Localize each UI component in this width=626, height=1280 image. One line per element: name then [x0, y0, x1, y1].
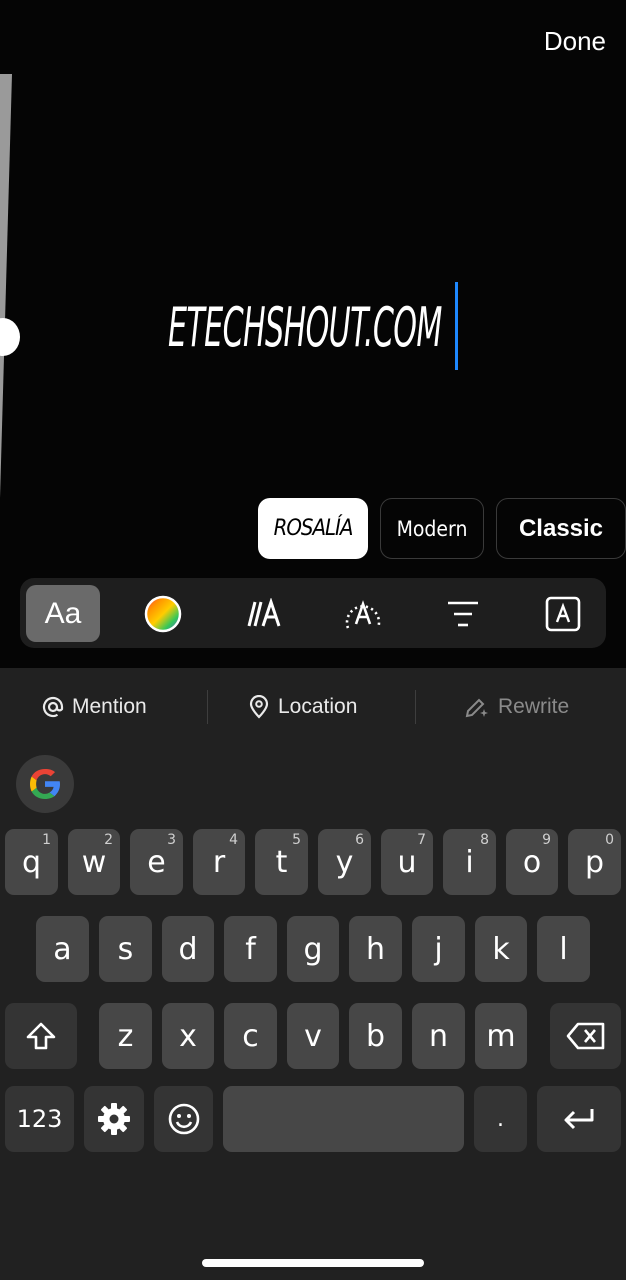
font-picker: ROSALÍA Modern Classic — [258, 498, 626, 559]
google-button[interactable] — [16, 755, 74, 813]
numbers-key[interactable]: 123 — [5, 1086, 74, 1152]
key-i[interactable]: i8 — [443, 829, 496, 895]
mention-suggestion[interactable]: Mention — [42, 692, 147, 722]
color-button[interactable] — [138, 585, 188, 642]
period-key[interactable]: . — [474, 1086, 527, 1152]
story-text-editor: Done ETECHSHOUT.COM ROSALÍA Modern Class… — [0, 0, 626, 668]
mention-label: Mention — [72, 695, 147, 718]
key-d[interactable]: d — [162, 916, 214, 982]
rewrite-label: Rewrite — [498, 695, 570, 718]
key-s[interactable]: s — [99, 916, 152, 982]
align-center-icon — [448, 601, 478, 626]
key-u[interactable]: u7 — [381, 829, 433, 895]
font-option-modern[interactable]: Modern — [380, 498, 484, 559]
key-w[interactable]: w2 — [68, 829, 120, 895]
text-size-slider-handle[interactable] — [0, 318, 20, 356]
text-size-slider[interactable] — [0, 74, 12, 498]
key-j[interactable]: j — [412, 916, 465, 982]
key-e[interactable]: e3 — [130, 829, 183, 895]
key-a[interactable]: a — [36, 916, 89, 982]
font-style-button[interactable]: Aa — [26, 585, 100, 642]
location-label: Location — [278, 695, 358, 718]
suggestion-bar: Mention Location Rewrite — [0, 668, 626, 746]
story-text-content: ETECHSHOUT.COM — [168, 295, 442, 359]
done-button[interactable]: Done — [544, 26, 606, 57]
text-toolbar: Aa — [20, 578, 606, 648]
key-l[interactable]: l — [537, 916, 590, 982]
story-text-field[interactable]: ETECHSHOUT.COM — [168, 282, 610, 372]
backspace-key[interactable] — [550, 1003, 621, 1069]
space-key[interactable] — [223, 1086, 464, 1152]
key-r[interactable]: r4 — [193, 829, 245, 895]
key-y[interactable]: y6 — [318, 829, 371, 895]
settings-key[interactable] — [84, 1086, 144, 1152]
location-pin-icon — [249, 695, 269, 719]
key-n[interactable]: n — [412, 1003, 465, 1069]
enter-icon — [564, 1109, 594, 1130]
key-c[interactable]: c — [224, 1003, 277, 1069]
animate-text-icon — [345, 599, 381, 628]
suggestion-divider — [207, 690, 208, 724]
key-z[interactable]: z — [99, 1003, 152, 1069]
location-suggestion[interactable]: Location — [248, 692, 357, 722]
key-m[interactable]: m — [475, 1003, 527, 1069]
text-background-icon — [545, 596, 581, 631]
key-t[interactable]: t5 — [255, 829, 308, 895]
key-g[interactable]: g — [287, 916, 339, 982]
rewrite-suggestion[interactable]: Rewrite — [464, 692, 569, 722]
key-p[interactable]: p0 — [568, 829, 621, 895]
text-caret — [455, 282, 458, 370]
google-icon — [30, 769, 60, 799]
key-q[interactable]: q1 — [5, 829, 58, 895]
text-alignment-button[interactable] — [438, 585, 488, 642]
text-background-button[interactable] — [538, 585, 588, 642]
emoji-icon — [168, 1103, 199, 1135]
animate-text-button[interactable] — [338, 585, 388, 642]
key-v[interactable]: v — [287, 1003, 339, 1069]
key-b[interactable]: b — [349, 1003, 402, 1069]
pencil-sparkle-icon — [465, 698, 488, 718]
shift-icon — [26, 1022, 56, 1050]
at-icon — [42, 696, 64, 718]
shift-key[interactable] — [5, 1003, 77, 1069]
color-wheel-icon — [144, 595, 182, 632]
home-indicator[interactable] — [202, 1259, 424, 1267]
key-o[interactable]: o9 — [506, 829, 558, 895]
emoji-key[interactable] — [154, 1086, 213, 1152]
font-style-icon: Aa — [44, 596, 82, 630]
gear-icon — [98, 1103, 130, 1135]
text-effect-button[interactable] — [238, 585, 288, 642]
key-k[interactable]: k — [475, 916, 527, 982]
key-f[interactable]: f — [224, 916, 277, 982]
key-x[interactable]: x — [162, 1003, 214, 1069]
backspace-icon — [566, 1022, 604, 1050]
key-h[interactable]: h — [349, 916, 402, 982]
font-option-classic[interactable]: Classic — [496, 498, 626, 559]
font-option-rosalia[interactable]: ROSALÍA — [258, 498, 368, 559]
suggestion-divider — [415, 690, 416, 724]
text-effect-icon — [247, 597, 281, 626]
enter-key[interactable] — [537, 1086, 621, 1152]
keyboard: Mention Location Rewrite q1 w2 e 3 r 4 t… — [0, 668, 626, 1280]
